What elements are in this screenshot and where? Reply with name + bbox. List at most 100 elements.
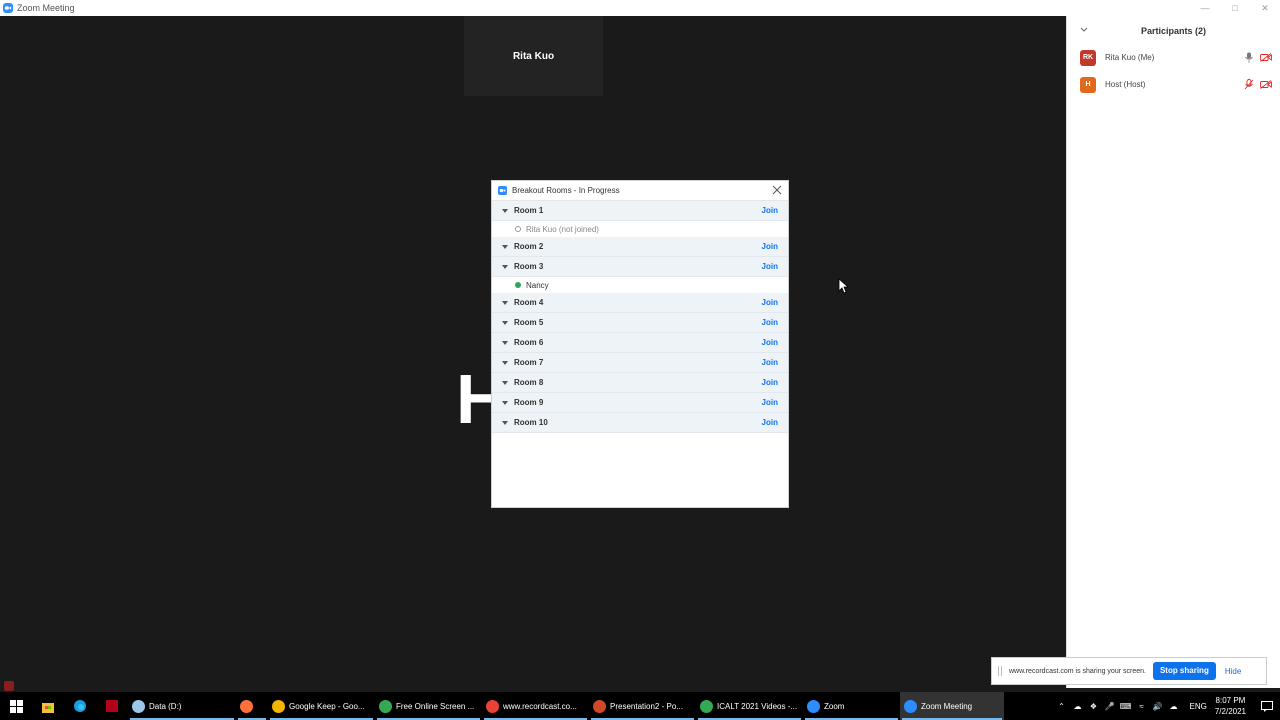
joined-status-icon (515, 282, 521, 288)
windows-taskbar: Data (D:) Google Keep - Goo... Free Online… (0, 692, 1280, 720)
breakout-room-row[interactable]: Room 5 Join (492, 313, 788, 333)
caret-down-icon[interactable] (502, 264, 508, 270)
breakout-room-row[interactable]: Room 4 Join (492, 293, 788, 313)
breakout-room-row[interactable]: Room 2 Join (492, 237, 788, 257)
caret-down-icon[interactable] (502, 400, 508, 406)
join-room-button[interactable]: Join (762, 338, 778, 347)
breakout-room-row[interactable]: Room 10 Join (492, 413, 788, 433)
breakout-room-row[interactable]: Room 6 Join (492, 333, 788, 353)
dialog-title: Breakout Rooms - In Progress (512, 186, 620, 195)
join-room-button[interactable]: Join (762, 398, 778, 407)
join-room-button[interactable]: Join (762, 206, 778, 215)
participants-header: Participants (2) (1067, 16, 1280, 44)
caret-down-icon[interactable] (502, 420, 508, 426)
join-room-button[interactable]: Join (762, 358, 778, 367)
zoom-icon (807, 699, 820, 713)
recording-app-icon[interactable] (4, 681, 14, 691)
keyboard-icon[interactable]: ⌨ (1118, 692, 1134, 720)
taskbar-item[interactable]: www.recordcast.co... (482, 692, 589, 720)
hide-button[interactable]: Hide (1225, 667, 1241, 676)
clock[interactable]: 8:07 PM 7/2/2021 (1215, 695, 1246, 717)
taskbar-item-label: Zoom (824, 701, 845, 711)
volume-icon[interactable]: 🔊 (1150, 692, 1166, 720)
speaker-video-tile[interactable]: Rita Kuo (464, 16, 603, 96)
windows-logo-icon (9, 699, 23, 713)
taskbar-item-label: Google Keep - Goo... (289, 701, 365, 711)
wifi-icon[interactable]: ≈ (1134, 692, 1150, 720)
join-room-button[interactable]: Join (762, 318, 778, 327)
participant-row[interactable]: H Host (Host) (1067, 71, 1280, 98)
close-window-button[interactable]: ✕ (1250, 0, 1280, 16)
firefox-icon (240, 699, 253, 713)
taskbar-item[interactable]: Data (D:) (128, 692, 236, 720)
taskbar-item[interactable]: Free Online Screen ... (375, 692, 482, 720)
participants-panel: Participants (2) RK Rita Kuo (Me) H Host (H… (1066, 16, 1280, 688)
breakout-room-row[interactable]: Room 8 Join (492, 373, 788, 393)
join-room-button[interactable]: Join (762, 242, 778, 251)
minimize-button[interactable]: — (1190, 0, 1220, 16)
pdf-app-icon[interactable] (96, 692, 128, 720)
not-joined-status-icon (515, 226, 521, 232)
member-name: Nancy (526, 280, 549, 290)
breakout-room-row[interactable]: Room 3 Join (492, 257, 788, 277)
mic-icon[interactable] (1244, 52, 1254, 63)
maximize-button[interactable]: □ (1220, 0, 1250, 16)
join-room-button[interactable]: Join (762, 378, 778, 387)
caret-down-icon[interactable] (502, 244, 508, 250)
taskbar-item[interactable]: Zoom (803, 692, 900, 720)
zoom-icon (904, 699, 917, 713)
participant-list: RK Rita Kuo (Me) H Host (Host) (1067, 44, 1280, 98)
video-off-icon[interactable] (1260, 53, 1272, 62)
caret-down-icon[interactable] (502, 320, 508, 326)
taskbar-item-label: Presentation2 - Po... (610, 701, 683, 711)
dropbox-icon[interactable]: ❖ (1086, 692, 1102, 720)
join-room-button[interactable]: Join (762, 262, 778, 271)
room-name: Room 9 (514, 398, 544, 407)
chrome-icon (700, 699, 713, 713)
start-button[interactable] (0, 692, 32, 720)
caret-down-icon[interactable] (502, 300, 508, 306)
join-room-button[interactable]: Join (762, 418, 778, 427)
breakout-room-row[interactable]: Room 1 Join (492, 201, 788, 221)
taskbar-item[interactable]: Presentation2 - Po... (589, 692, 696, 720)
video-off-icon[interactable] (1260, 80, 1272, 89)
drag-handle[interactable] (998, 666, 1002, 676)
breakout-room-row[interactable]: Room 7 Join (492, 353, 788, 373)
taskbar-item-label: www.recordcast.co... (503, 701, 577, 711)
onedrive-icon[interactable]: ☁ (1070, 692, 1086, 720)
room-name: Room 10 (514, 418, 548, 427)
mic-muted-icon[interactable] (1244, 79, 1254, 90)
zoom-app-icon (3, 3, 13, 13)
cloud-icon[interactable]: ☁ (1166, 692, 1182, 720)
speaker-name: Rita Kuo (512, 50, 555, 62)
edge-icon[interactable] (64, 692, 96, 720)
notification-icon[interactable] (1254, 692, 1280, 720)
caret-down-icon[interactable] (502, 340, 508, 346)
participant-row[interactable]: RK Rita Kuo (Me) (1067, 44, 1280, 71)
caret-down-icon[interactable] (502, 208, 508, 214)
join-room-button[interactable]: Join (762, 298, 778, 307)
chevron-up-icon[interactable]: ⌃ (1054, 692, 1070, 720)
caret-down-icon[interactable] (502, 360, 508, 366)
system-tray: ⌃ ☁ ❖ 🎤 ⌨ ≈ 🔊 ☁ ENG 8:07 PM 7/2/2021 (1054, 692, 1280, 720)
screen-sharing-bar: www.recordcast.com is sharing your scree… (991, 657, 1267, 685)
participant-name: Rita Kuo (Me) (1105, 53, 1155, 62)
participant-name: Host (Host) (1105, 80, 1146, 89)
avatar: RK (1080, 49, 1096, 66)
breakout-rooms-dialog: Breakout Rooms - In Progress Room 1 Join R… (491, 180, 789, 508)
taskbar-item[interactable] (236, 692, 268, 720)
taskbar-item[interactable]: Zoom Meeting (900, 692, 1004, 720)
stop-sharing-button[interactable]: Stop sharing (1152, 662, 1216, 680)
breakout-room-row[interactable]: Room 9 Join (492, 393, 788, 413)
language-indicator[interactable]: ENG (1190, 702, 1207, 711)
dialog-header: Breakout Rooms - In Progress (492, 181, 788, 201)
taskbar-items: Data (D:) Google Keep - Goo... Free Online… (128, 692, 1004, 720)
microphone-icon[interactable]: 🎤 (1102, 692, 1118, 720)
taskbar-item[interactable]: Google Keep - Goo... (268, 692, 375, 720)
taskbar-item[interactable]: ICALT 2021 Videos -... (696, 692, 803, 720)
taskbar-item-label: ICALT 2021 Videos -... (717, 701, 798, 711)
room-name: Room 6 (514, 338, 544, 347)
close-icon[interactable] (772, 185, 782, 195)
store-icon[interactable] (32, 692, 64, 720)
caret-down-icon[interactable] (502, 380, 508, 386)
